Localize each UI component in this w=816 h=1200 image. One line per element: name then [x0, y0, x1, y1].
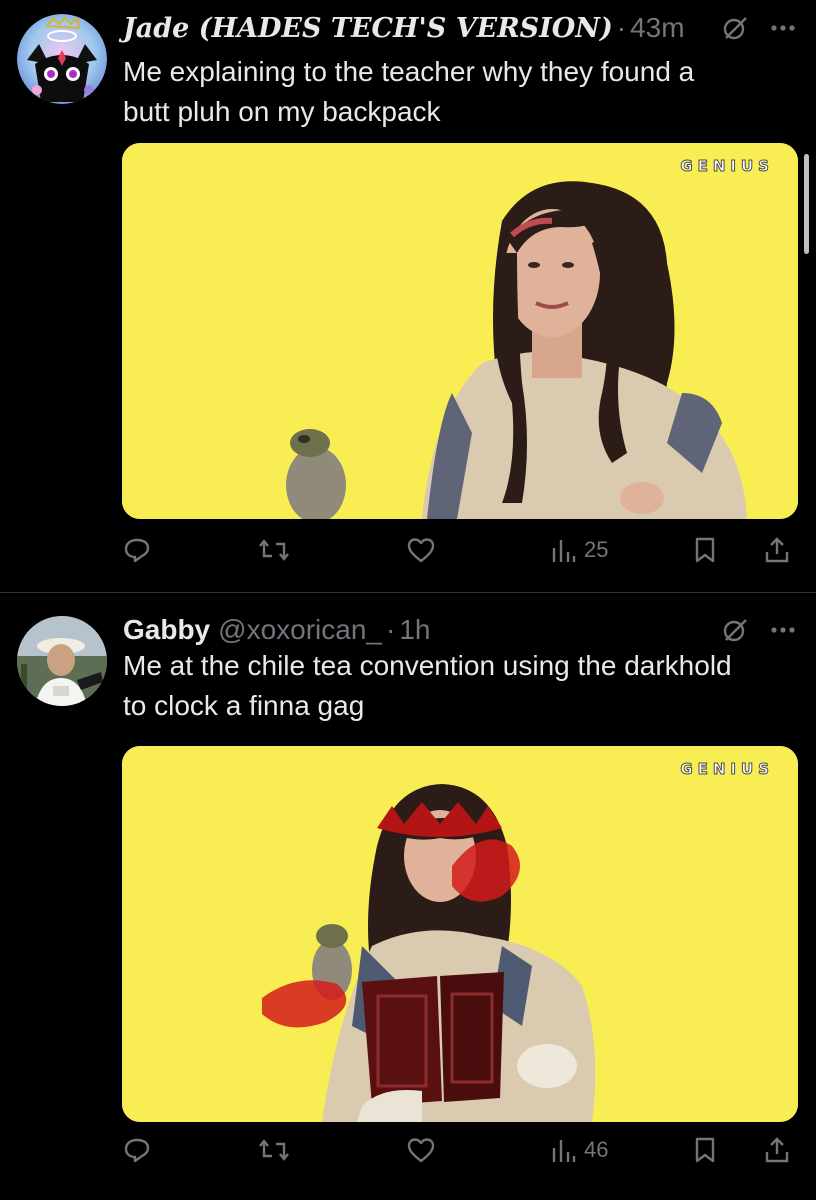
grok-icon[interactable]: [722, 617, 748, 643]
views-bar-chart-icon: [552, 1140, 576, 1162]
reply-icon: [124, 1138, 150, 1163]
views-button[interactable]: 25: [550, 535, 608, 565]
share-icon: [765, 1137, 789, 1163]
repost-button[interactable]: [258, 1135, 290, 1165]
media-image[interactable]: GENIUS: [122, 746, 798, 1122]
heart-icon: [407, 1138, 435, 1163]
more-dots-icon[interactable]: [770, 24, 796, 32]
reply-button[interactable]: [123, 1135, 151, 1165]
post-text-line: to clock a finna gag: [123, 690, 365, 721]
separator-dot: ·: [385, 614, 396, 645]
media-watermark: GENIUS: [680, 157, 774, 176]
post-text-line: Me explaining to the teacher why they fo…: [123, 56, 695, 87]
user-photo-avatar[interactable]: [17, 616, 107, 706]
share-icon: [765, 537, 789, 563]
user-handle[interactable]: @xoxorican_: [218, 614, 382, 646]
grok-icon[interactable]: [722, 15, 748, 41]
post-text: Me explaining to the teacher why they fo…: [123, 52, 788, 132]
bookmark-button[interactable]: [692, 1135, 718, 1165]
post-text: Me at the chile tea convention using the…: [123, 646, 788, 726]
timestamp[interactable]: 1h: [399, 614, 430, 646]
bookmark-icon: [695, 537, 715, 563]
display-name[interactable]: Jade (HADES TECH'S VERSION): [123, 13, 613, 44]
bookmark-button[interactable]: [692, 535, 718, 565]
media-watermark: GENIUS: [680, 760, 774, 779]
cat-halo-avatar[interactable]: [17, 14, 107, 104]
bookmark-icon: [695, 1137, 715, 1163]
display-name[interactable]: Gabby: [123, 614, 210, 646]
post-header: Jade (HADES TECH'S VERSION) · 43m: [123, 8, 796, 48]
separator-dot: ·: [616, 12, 627, 43]
post-2[interactable]: Gabby @xoxorican_ · 1h Me at the chile t…: [0, 593, 816, 1200]
views-count: 25: [584, 537, 609, 562]
post-text-line: Me at the chile tea convention using the…: [123, 650, 732, 681]
post-1[interactable]: Jade (HADES TECH'S VERSION) · 43m Me exp…: [0, 0, 816, 593]
repost-button[interactable]: [258, 535, 290, 565]
header-actions: [722, 610, 796, 650]
share-button[interactable]: [763, 1135, 791, 1165]
repost-icon: [259, 1139, 289, 1161]
reply-icon: [124, 538, 150, 563]
views-bar-chart-icon: [552, 540, 576, 562]
repost-icon: [259, 539, 289, 561]
more-dots-icon[interactable]: [770, 626, 796, 634]
woman-with-spellbook-image: [122, 746, 798, 1122]
woman-with-frog-image: [122, 143, 798, 519]
header-actions: [722, 8, 796, 48]
action-bar: 25: [120, 535, 796, 565]
like-button[interactable]: [406, 1135, 436, 1165]
views-button[interactable]: 46: [550, 1135, 608, 1165]
post-text-line: butt pluh on my backpack: [123, 96, 441, 127]
post-header: Gabby @xoxorican_ · 1h: [123, 610, 796, 650]
like-button[interactable]: [406, 535, 436, 565]
share-button[interactable]: [763, 535, 791, 565]
views-count: 46: [584, 1137, 609, 1162]
scrollbar[interactable]: [804, 154, 809, 254]
reply-button[interactable]: [123, 535, 151, 565]
action-bar: 46: [120, 1135, 796, 1165]
media-image[interactable]: GENIUS: [122, 143, 798, 519]
heart-icon: [407, 538, 435, 563]
timestamp[interactable]: 43m: [630, 12, 684, 44]
